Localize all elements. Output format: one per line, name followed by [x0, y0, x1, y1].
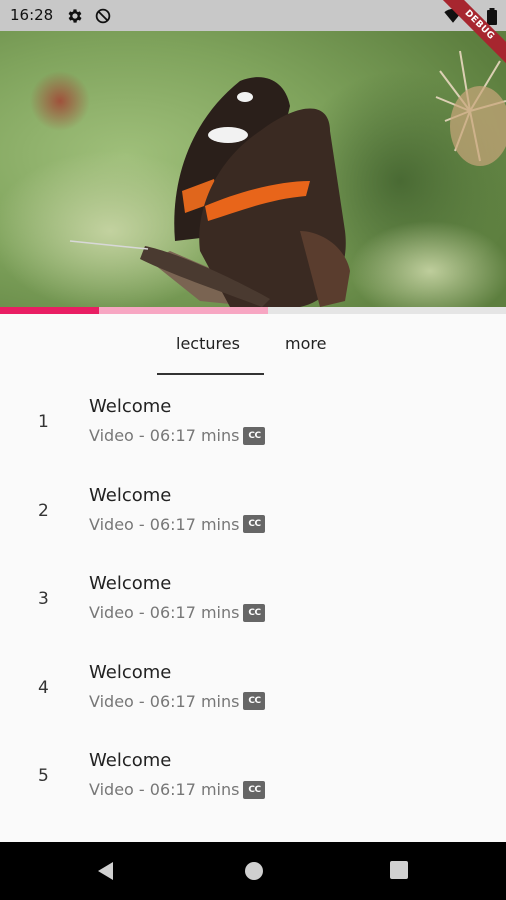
status-time: 16:28	[10, 6, 54, 24]
battery-icon	[486, 8, 498, 25]
lecture-meta-text: Video - 06:17 mins	[89, 514, 240, 534]
list-item[interactable]: 2 Welcome Video - 06:17 mins CC	[0, 465, 506, 554]
recents-icon[interactable]	[390, 861, 408, 883]
lecture-number: 2	[38, 500, 49, 521]
closed-captions-icon: CC	[243, 603, 266, 622]
closed-captions-icon: CC	[243, 780, 266, 799]
lecture-title: Welcome	[89, 573, 172, 595]
video-player[interactable]	[0, 31, 506, 307]
video-progress-bar[interactable]	[0, 307, 506, 314]
lecture-title: Welcome	[89, 396, 172, 417]
sync-off-icon	[94, 7, 112, 25]
lecture-meta-text: Video - 06:17 mins	[89, 603, 240, 623]
tab-indicator	[157, 373, 264, 375]
lecture-title: Welcome	[89, 484, 172, 506]
lecture-list: 1 Welcome Video - 06:17 mins CC 2 Welcom…	[0, 376, 506, 819]
lecture-meta: Video - 06:17 mins CC	[89, 691, 266, 711]
list-item[interactable]: 3 Welcome Video - 06:17 mins CC	[0, 553, 506, 642]
system-nav-bar	[0, 842, 506, 900]
lecture-title: Welcome	[89, 750, 172, 772]
lecture-number: 5	[38, 766, 49, 787]
tab-more[interactable]: more	[285, 334, 326, 353]
list-item[interactable]: 1 Welcome Video - 06:17 mins CC	[0, 376, 506, 465]
lecture-number: 3	[38, 589, 49, 610]
lecture-meta: Video - 06:17 mins CC	[89, 514, 266, 534]
gear-icon	[66, 7, 84, 25]
lecture-meta: Video - 06:17 mins CC	[89, 426, 266, 445]
progress-played	[0, 307, 99, 314]
tab-bar: lectures more	[0, 314, 506, 376]
closed-captions-icon: CC	[243, 515, 266, 534]
lecture-number: 4	[38, 677, 49, 698]
lecture-title: Welcome	[89, 661, 172, 683]
lecture-meta-text: Video - 06:17 mins	[89, 426, 240, 445]
list-item[interactable]: 5 Welcome Video - 06:17 mins CC	[0, 730, 506, 819]
closed-captions-icon: CC	[243, 692, 266, 711]
lecture-meta-text: Video - 06:17 mins	[89, 691, 240, 711]
lecture-meta: Video - 06:17 mins CC	[89, 780, 266, 800]
closed-captions-icon: CC	[243, 426, 266, 445]
lecture-meta: Video - 06:17 mins CC	[89, 603, 266, 623]
list-item[interactable]: 4 Welcome Video - 06:17 mins CC	[0, 642, 506, 731]
tab-lectures[interactable]: lectures	[176, 334, 240, 353]
lecture-meta-text: Video - 06:17 mins	[89, 780, 240, 800]
butterfly-thumbnail	[0, 31, 506, 307]
lecture-number: 1	[38, 412, 49, 432]
back-icon[interactable]	[96, 861, 116, 885]
home-icon[interactable]	[244, 861, 264, 885]
status-bar: 16:28	[0, 0, 506, 31]
